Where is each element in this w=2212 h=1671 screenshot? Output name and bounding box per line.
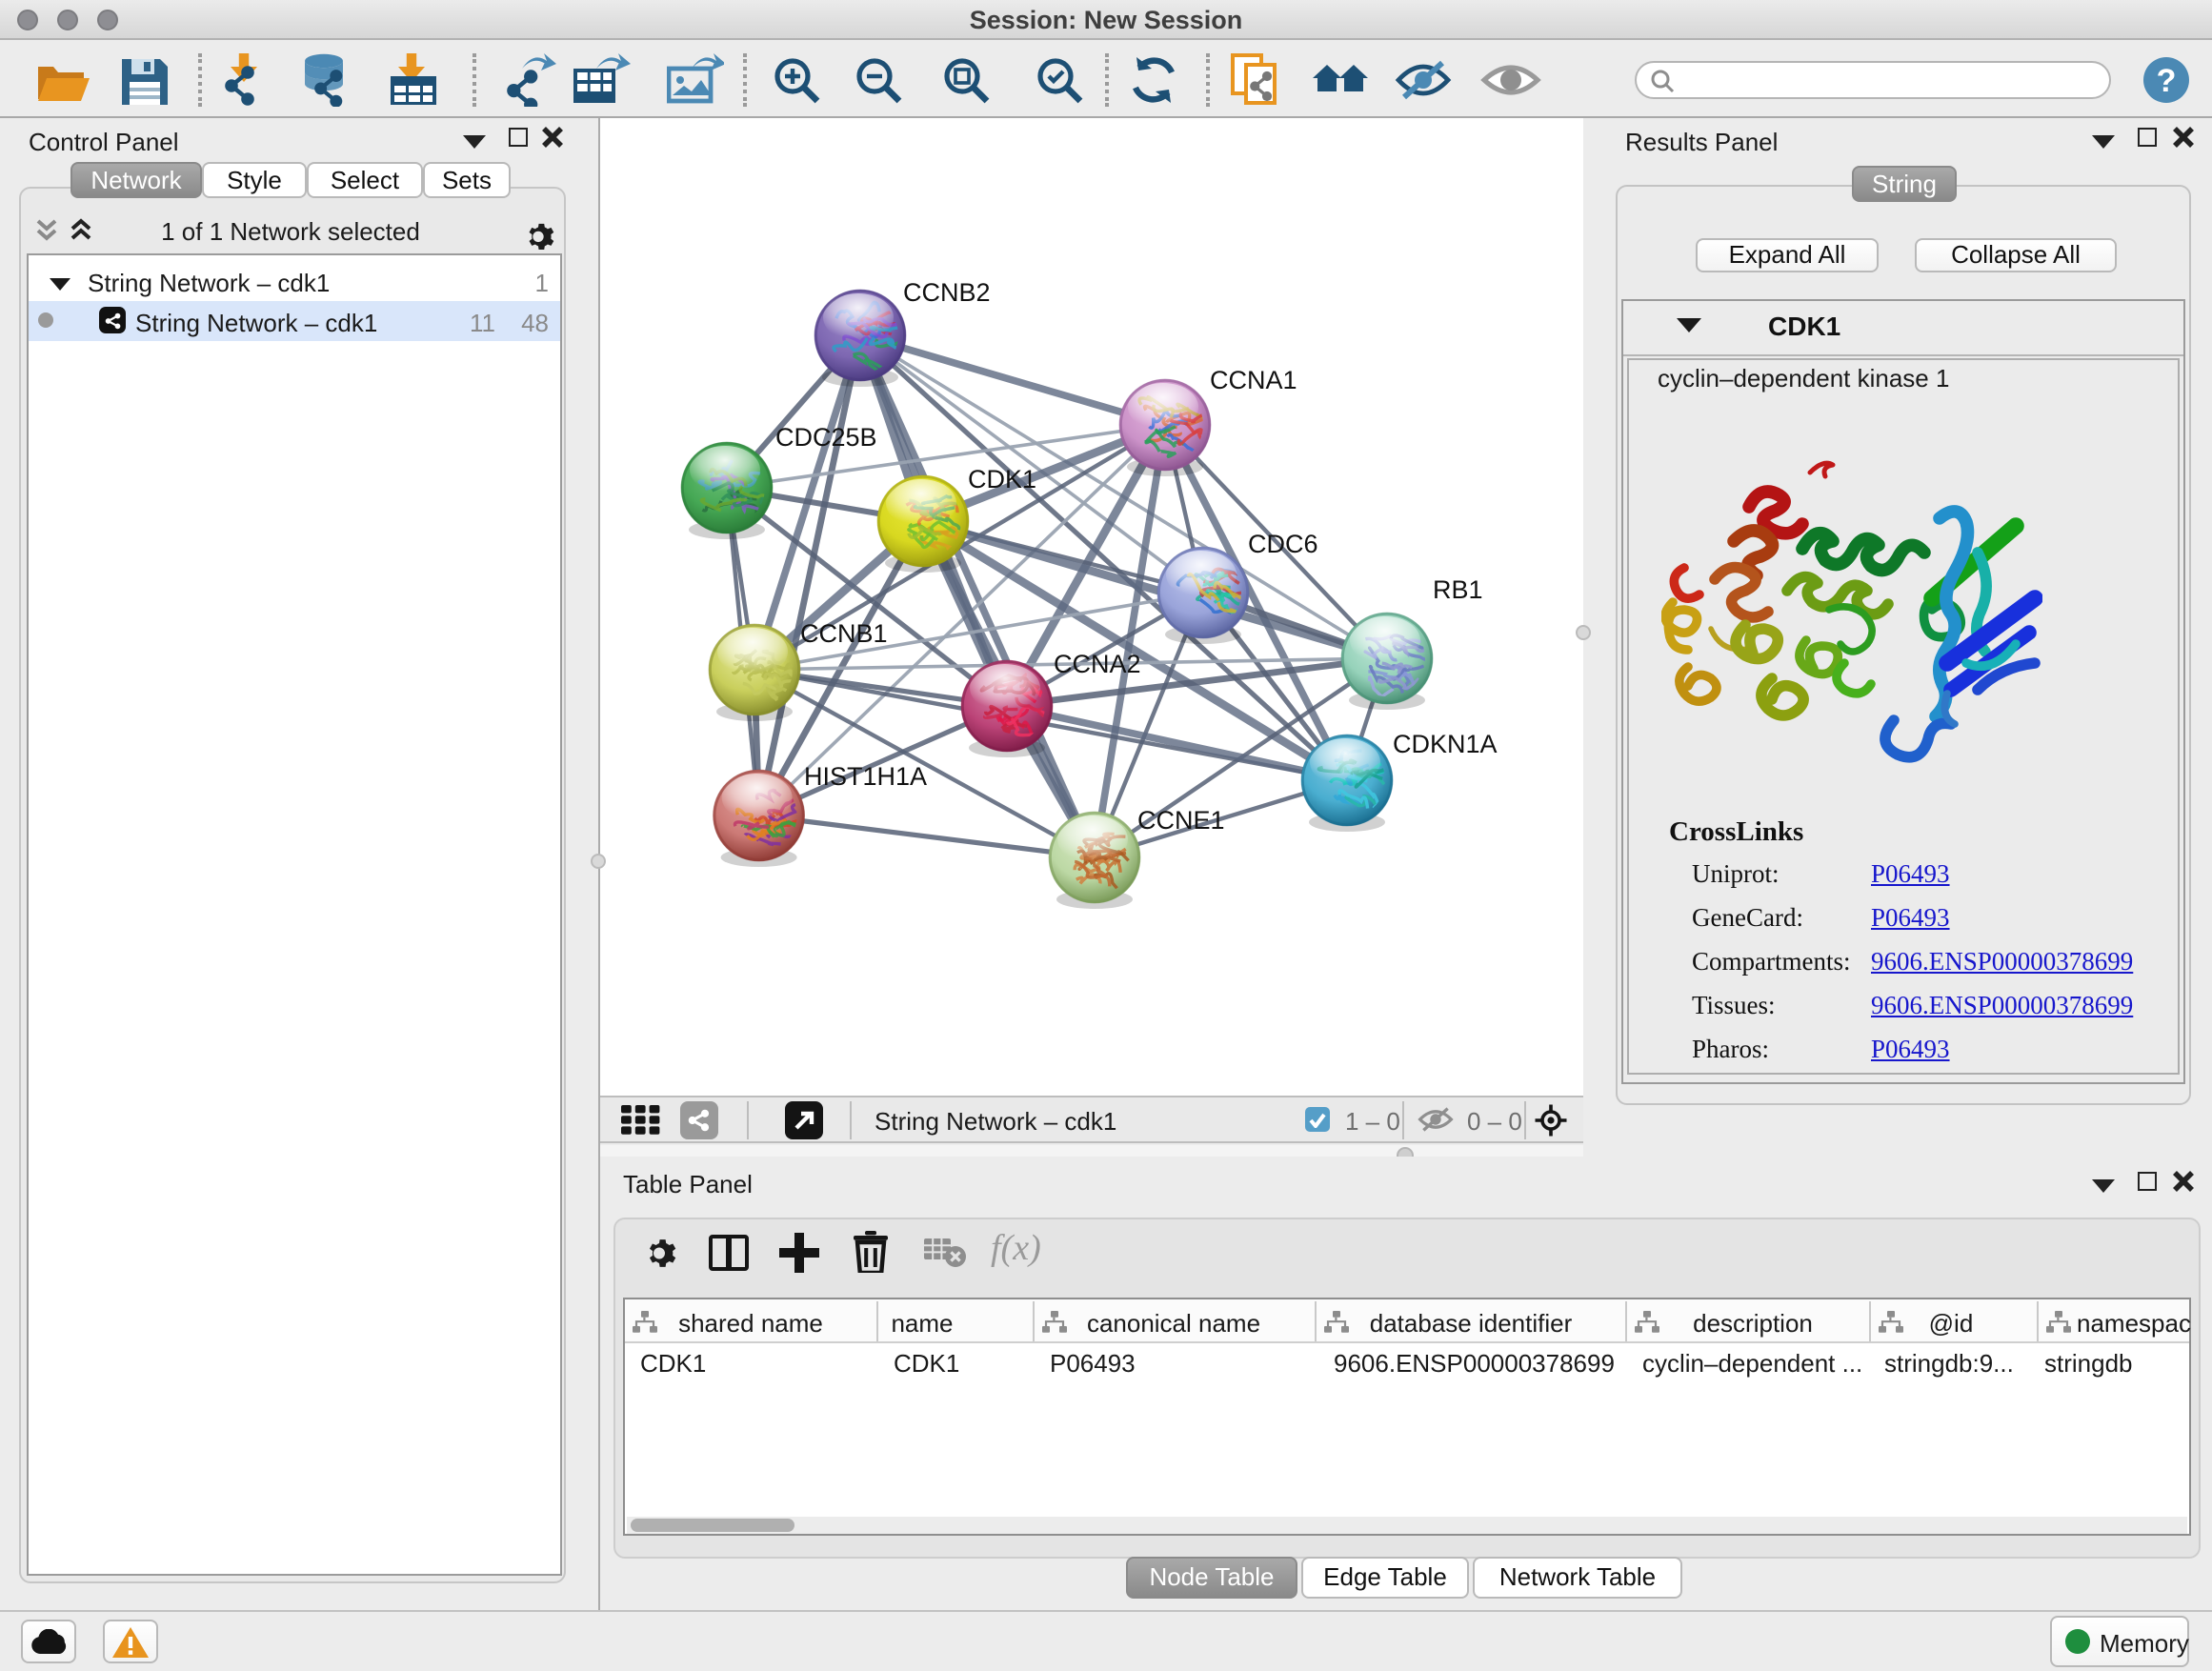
svg-text:CDC6: CDC6 xyxy=(1248,530,1318,558)
svg-text:CCNE1: CCNE1 xyxy=(1137,806,1225,835)
svg-text:CDK1: CDK1 xyxy=(968,465,1036,493)
svg-text:?: ? xyxy=(2157,63,2177,99)
svg-text:RB1: RB1 xyxy=(1433,575,1483,604)
svg-text:CCNA2: CCNA2 xyxy=(1054,650,1141,678)
svg-text:HIST1H1A: HIST1H1A xyxy=(804,762,927,791)
svg-text:CDC25B: CDC25B xyxy=(775,423,877,452)
svg-text:CDKN1A: CDKN1A xyxy=(1393,730,1498,758)
svg-text:CCNB2: CCNB2 xyxy=(903,278,991,307)
svg-text:CCNA1: CCNA1 xyxy=(1210,366,1297,394)
svg-text:CCNB1: CCNB1 xyxy=(800,619,888,648)
